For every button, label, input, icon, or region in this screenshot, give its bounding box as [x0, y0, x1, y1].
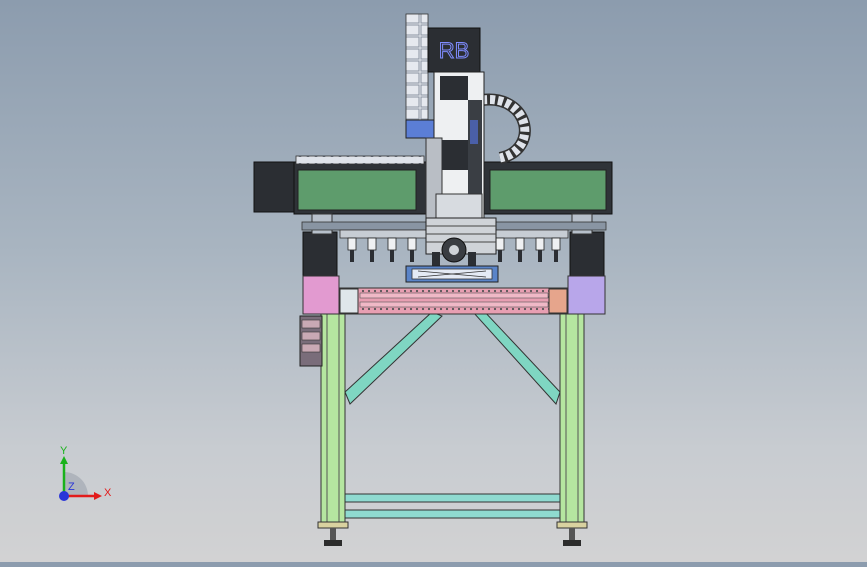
x-axis-label: X: [104, 487, 112, 499]
tool-holder: [551, 237, 561, 262]
z-axis-label: Z: [68, 481, 75, 493]
tool-holder: [407, 237, 417, 262]
brand-label: RB: [439, 38, 470, 63]
tool-holder: [535, 237, 545, 262]
table-frame: [339, 287, 569, 315]
x-arrow-icon: [94, 492, 102, 500]
axis-triad: X Y Z: [40, 438, 120, 518]
tool-holder: [367, 237, 377, 262]
stand: [317, 309, 588, 546]
y-axis-label: Y: [60, 445, 68, 457]
tool-holder: [387, 237, 397, 262]
cnc-machine-model[interactable]: RB: [0, 0, 867, 562]
tool-holder: [347, 237, 357, 262]
y-arrow-icon: [60, 456, 68, 464]
spindle-carriage: RB: [405, 13, 531, 283]
tool-holder: [515, 237, 525, 262]
tool-holder: [495, 237, 505, 262]
cad-viewport[interactable]: RB X Y Z: [0, 0, 867, 562]
